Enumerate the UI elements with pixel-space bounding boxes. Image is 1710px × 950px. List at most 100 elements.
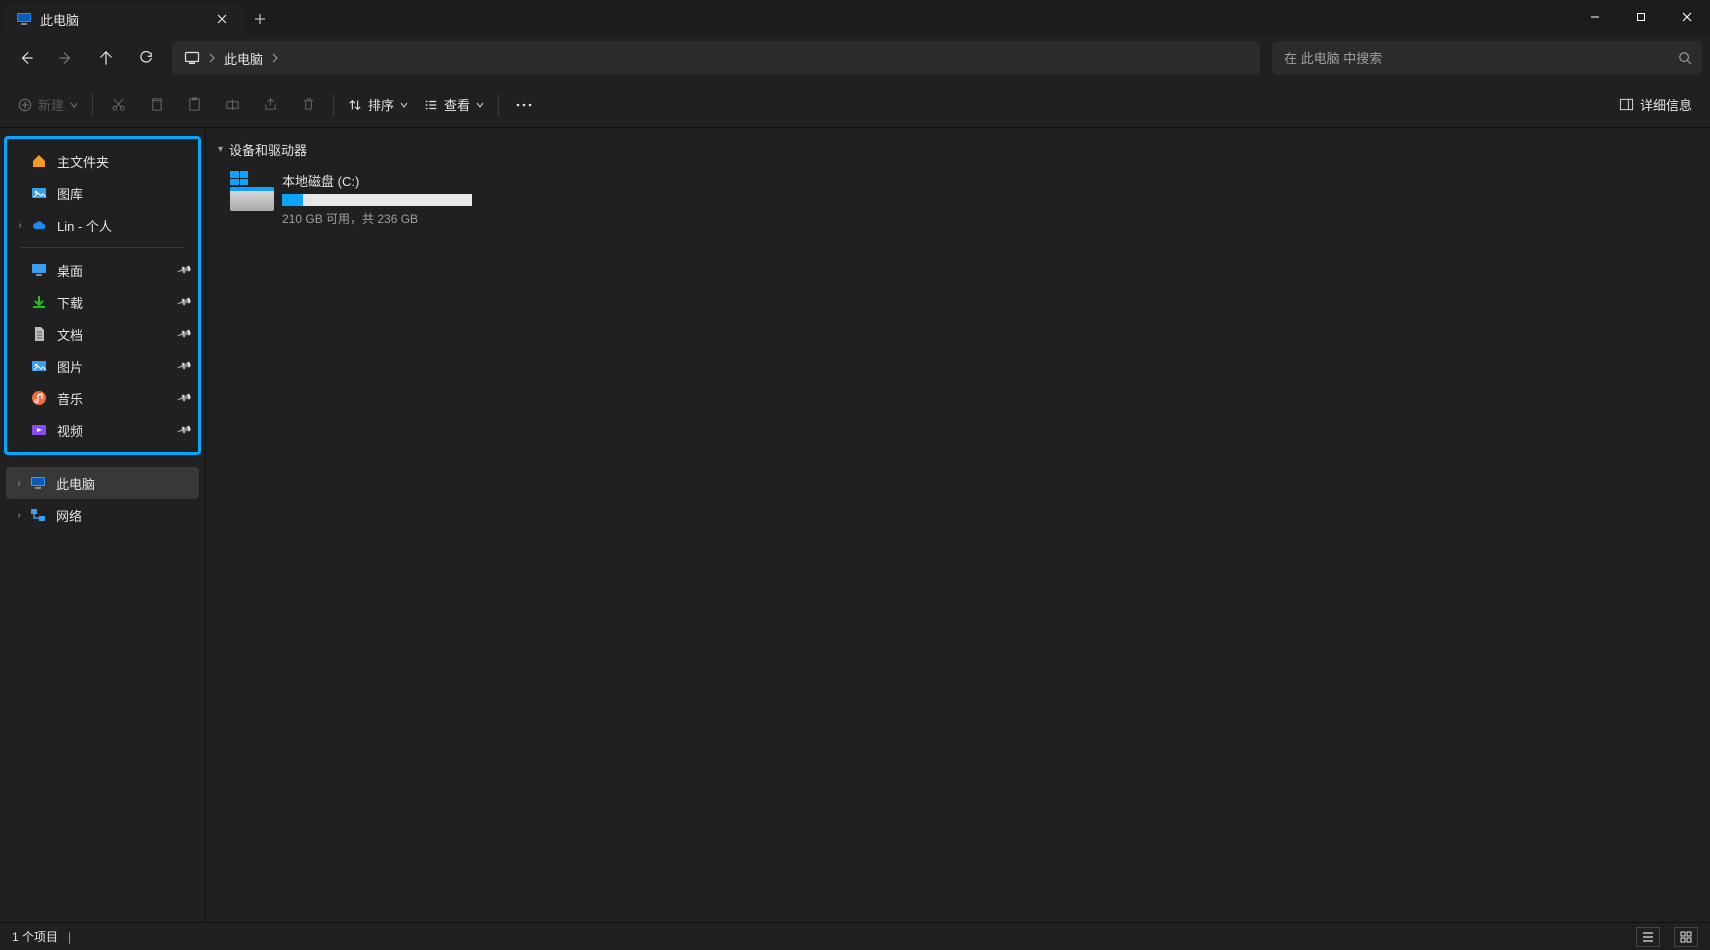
breadcrumb-this-pc[interactable]: 此电脑 [218,45,269,72]
rename-button[interactable] [213,88,251,122]
sidebar-item-label: 图库 [57,184,190,203]
address-root-button[interactable] [178,46,206,70]
new-tab-button[interactable] [244,4,276,34]
app-window: 此电脑 [0,0,1710,950]
chevron-right-icon[interactable]: › [13,220,27,231]
search-input[interactable] [1282,50,1670,67]
picture-icon [31,358,47,374]
sidebar-item-label: 网络 [56,506,191,525]
sidebar-item-cloud[interactable]: ›Lin - 个人 [7,209,198,241]
drive-caption: 210 GB 可用，共 236 GB [282,210,490,227]
sort-menu-button[interactable]: 排序 [340,88,416,122]
sidebar-item-pc[interactable]: › 此电脑 [6,467,199,499]
trash-icon [301,97,316,112]
chevron-down-icon [400,101,408,109]
minimize-icon [1590,12,1600,22]
cut-button[interactable] [99,88,137,122]
sidebar-item-network[interactable]: › 网络 [6,499,199,531]
pin-icon: 📌 [176,390,192,406]
close-icon [217,14,227,24]
sidebar-item-label: 音乐 [57,389,168,408]
sidebar-item-video[interactable]: 视频 📌 [7,414,198,446]
address-bar[interactable]: 此电脑 [172,41,1260,75]
rename-icon [225,97,240,112]
copy-button[interactable] [137,88,175,122]
sidebar-item-picture[interactable]: 图片 📌 [7,350,198,382]
search-bar[interactable] [1272,41,1702,75]
paste-button[interactable] [175,88,213,122]
status-item-count: 1 个项目 [12,928,58,945]
details-pane-button[interactable]: 详细信息 [1611,88,1700,122]
chevron-down-icon [70,101,78,109]
delete-button[interactable] [289,88,327,122]
new-menu-button[interactable]: 新建 [10,88,86,122]
sidebar-quick-access-group: 主文件夹图库 ›Lin - 个人 桌面📌下载📌 文档 📌 图片 📌 音乐 📌 视频 📌 [4,136,201,455]
refresh-button[interactable] [128,40,164,76]
video-icon [31,422,47,438]
drive-item[interactable]: 本地磁盘 (C:) 210 GB 可用，共 236 GB [230,171,490,227]
tile-view-button[interactable] [1674,927,1698,947]
sidebar: 主文件夹图库›Lin - 个人 桌面📌下载📌文档📌图片📌音乐📌视频📌 ›此电脑›… [0,128,206,922]
minimize-button[interactable] [1572,0,1618,34]
pin-icon: 📌 [176,358,192,374]
tab-current[interactable]: 此电脑 [4,4,244,34]
arrow-right-icon [59,51,73,65]
document-icon [31,326,47,342]
sidebar-item-desktop[interactable]: 桌面📌 [7,254,198,286]
toolbar: 新建 排序 查看 [0,82,1710,128]
chevron-right-icon[interactable]: › [12,510,26,521]
maximize-button[interactable] [1618,0,1664,34]
more-button[interactable] [505,88,543,122]
close-window-button[interactable] [1664,0,1710,34]
pc-icon [16,11,32,27]
sidebar-item-label: 此电脑 [56,474,191,493]
sidebar-item-document[interactable]: 文档 📌 [7,318,198,350]
chevron-down-icon [476,101,484,109]
sidebar-item-home[interactable]: 主文件夹 [7,145,198,177]
cloud-icon [31,217,47,233]
chevron-down-icon: ▾ [218,144,223,155]
content-area: ▾ 设备和驱动器 本地磁盘 (C:) 210 GB 可用，共 236 GB [206,128,1710,922]
view-menu-button[interactable]: 查看 [416,88,492,122]
back-button[interactable] [8,40,44,76]
forward-button[interactable] [48,40,84,76]
plus-icon [254,13,266,25]
up-button[interactable] [88,40,124,76]
navigation-row: 此电脑 [0,34,1710,82]
sidebar-item-download[interactable]: 下载📌 [7,286,198,318]
tab-close-button[interactable] [212,9,232,29]
pin-icon: 📌 [176,422,192,438]
ellipsis-icon [516,103,532,107]
download-icon [31,294,47,310]
drives-list: 本地磁盘 (C:) 210 GB 可用，共 236 GB [218,163,1698,227]
refresh-icon [139,51,153,65]
chevron-right-icon[interactable]: › [12,478,26,489]
paste-icon [187,97,202,112]
breadcrumb-separator[interactable] [269,53,281,63]
titlebar: 此电脑 [0,0,1710,34]
sidebar-item-label: 图片 [57,357,168,376]
share-icon [263,97,278,112]
breadcrumb-separator[interactable] [206,53,218,63]
desktop-icon [31,262,47,278]
pin-icon: 📌 [176,326,192,342]
sidebar-item-label: 视频 [57,421,168,440]
search-icon [1678,51,1692,65]
share-button[interactable] [251,88,289,122]
drives-group-header[interactable]: ▾ 设备和驱动器 [218,136,1698,163]
maximize-icon [1636,12,1646,22]
drive-name: 本地磁盘 (C:) [282,171,490,190]
sidebar-item-gallery[interactable]: 图库 [7,177,198,209]
music-icon [31,390,47,406]
sidebar-item-label: 文档 [57,325,168,344]
list-view-button[interactable] [1636,927,1660,947]
copy-icon [149,97,164,112]
sidebar-item-label: 桌面 [57,261,168,280]
sidebar-item-label: 主文件夹 [57,152,190,171]
chevron-right-icon [208,53,216,63]
drive-usage-bar [282,194,472,206]
drive-icon [230,171,274,215]
sidebar-item-music[interactable]: 音乐 📌 [7,382,198,414]
view-icon [424,98,438,112]
details-pane-icon [1619,97,1634,112]
